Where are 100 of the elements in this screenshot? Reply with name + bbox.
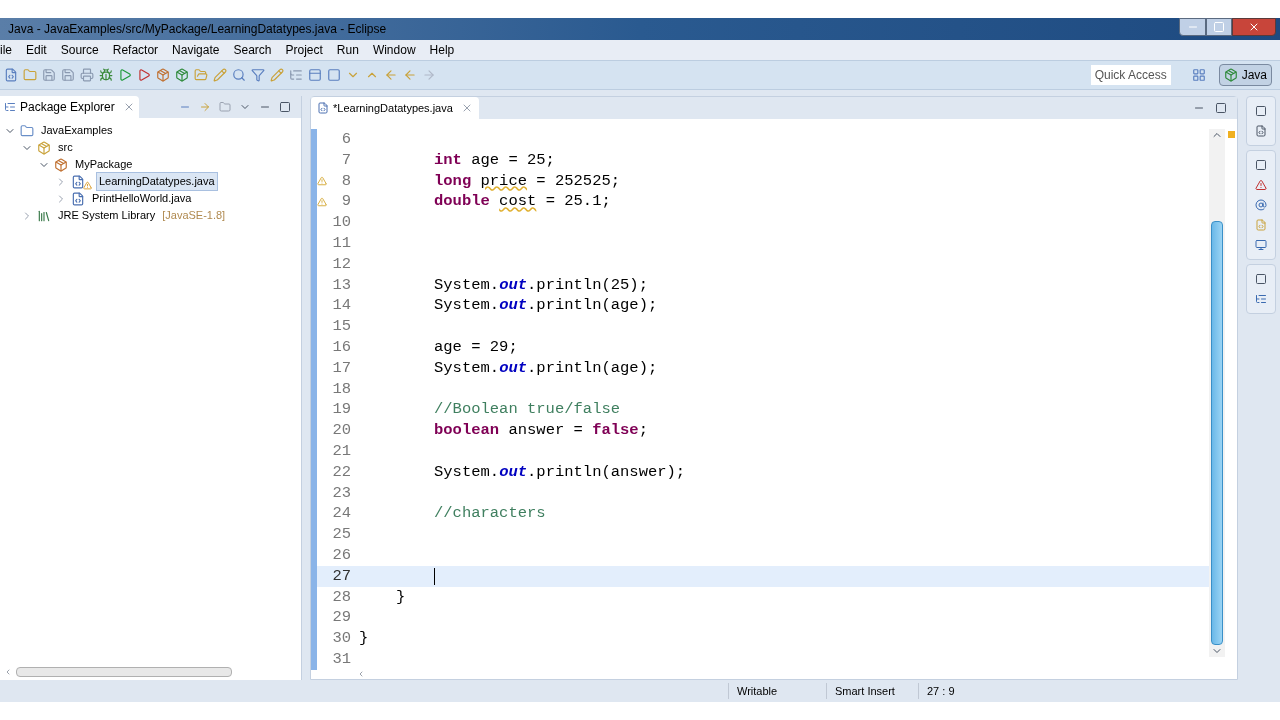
minimize-button[interactable] bbox=[1179, 18, 1206, 36]
menu-item[interactable]: Navigate bbox=[165, 41, 227, 59]
package-explorer-icon bbox=[4, 101, 16, 113]
forward-icon[interactable] bbox=[422, 68, 436, 82]
tree-item[interactable]: LearningDatatypes.java bbox=[96, 172, 218, 191]
view-tab[interactable]: Package Explorer bbox=[0, 96, 139, 118]
overview-marker bbox=[1227, 131, 1235, 138]
code-text: out bbox=[499, 274, 528, 296]
printer-icon[interactable] bbox=[80, 68, 94, 82]
monitor-icon[interactable] bbox=[1255, 239, 1267, 251]
folder-open-icon[interactable] bbox=[194, 68, 208, 82]
maximize-icon[interactable] bbox=[1215, 102, 1227, 114]
outline-icon[interactable] bbox=[1255, 293, 1267, 305]
window-title: Java - JavaExamples/src/MyPackage/LearningDatatypes.java - Eclipse bbox=[7, 21, 387, 38]
maximize-icon[interactable] bbox=[279, 101, 291, 113]
code-text: } bbox=[359, 628, 369, 649]
tree-item[interactable]: JRE System Library bbox=[55, 206, 159, 225]
editor-tab[interactable]: *LearningDatatypes.java bbox=[311, 97, 479, 119]
code-text: age = 29; bbox=[434, 336, 518, 358]
menu-item[interactable]: Run bbox=[329, 41, 366, 59]
code-text: .println(25); bbox=[527, 274, 648, 296]
restore-icon bbox=[1213, 21, 1225, 33]
code-text: age = 25; bbox=[471, 149, 555, 171]
status-field: 27 : 9 bbox=[918, 682, 998, 700]
search-icon[interactable] bbox=[232, 68, 246, 82]
link-icon[interactable] bbox=[199, 101, 211, 113]
code-text: } bbox=[396, 586, 406, 608]
code-text: System. bbox=[434, 357, 500, 379]
code-text: ; bbox=[638, 420, 648, 441]
document-icon[interactable] bbox=[1255, 125, 1267, 137]
tree-item[interactable]: JavaExamples bbox=[38, 121, 116, 140]
close-icon bbox=[1248, 21, 1260, 33]
code-text: price bbox=[480, 170, 528, 192]
list-icon[interactable] bbox=[289, 68, 303, 82]
menu-item[interactable]: Edit bbox=[19, 41, 54, 59]
tree-item[interactable]: src bbox=[55, 138, 76, 157]
code-text: double bbox=[434, 191, 490, 213]
code-text: System. bbox=[434, 295, 500, 317]
warning-icon[interactable] bbox=[1255, 179, 1267, 191]
tree-item-decoration: [JavaSE-1.8] bbox=[162, 208, 226, 224]
menu-item[interactable]: Project bbox=[278, 41, 330, 59]
code-text: long bbox=[434, 170, 472, 192]
scroll-left-icon[interactable] bbox=[4, 668, 12, 676]
code-text: out bbox=[499, 357, 528, 379]
status-field: Writable bbox=[728, 682, 826, 700]
package-icon[interactable] bbox=[175, 68, 189, 82]
code-comment: //Boolean true/false bbox=[434, 399, 621, 421]
file-icon bbox=[71, 191, 85, 206]
status-field: Smart Insert bbox=[826, 682, 918, 700]
code-text: out bbox=[499, 295, 528, 317]
menu-item[interactable]: ile bbox=[0, 41, 19, 59]
at-sign-icon[interactable] bbox=[1255, 199, 1267, 211]
new-file-icon[interactable] bbox=[4, 68, 18, 82]
restore-icon[interactable] bbox=[1255, 105, 1267, 117]
package-icon[interactable] bbox=[156, 68, 170, 82]
code-text: boolean bbox=[434, 420, 500, 441]
code-text: answer = bbox=[508, 420, 583, 441]
file-icon bbox=[71, 174, 85, 189]
code-text: cost bbox=[499, 191, 537, 213]
menu-item[interactable]: Window bbox=[365, 41, 423, 59]
code-comment: //characters bbox=[434, 503, 546, 525]
code-text: = 252525; bbox=[536, 170, 621, 192]
restore-button[interactable] bbox=[1206, 18, 1232, 36]
save-icon[interactable] bbox=[61, 68, 75, 82]
tree-item[interactable]: MyPackage bbox=[72, 155, 136, 174]
run-icon[interactable] bbox=[137, 68, 151, 82]
pencil-icon[interactable] bbox=[213, 68, 227, 82]
back-icon[interactable] bbox=[384, 68, 398, 82]
package-icon bbox=[1223, 68, 1238, 82]
menu-item[interactable]: Source bbox=[53, 41, 106, 59]
text-cursor bbox=[434, 567, 435, 585]
code-text: System. bbox=[434, 461, 500, 483]
restore-icon[interactable] bbox=[1255, 273, 1267, 285]
square-icon[interactable] bbox=[327, 68, 341, 82]
run-icon[interactable] bbox=[118, 68, 132, 82]
document-icon[interactable] bbox=[1255, 219, 1267, 231]
back-icon[interactable] bbox=[403, 68, 417, 82]
code-text: .println(answer); bbox=[527, 461, 686, 483]
menu-item[interactable]: Refactor bbox=[105, 41, 166, 59]
open-perspective-icon[interactable] bbox=[1191, 68, 1206, 82]
bug-icon[interactable] bbox=[99, 68, 113, 82]
scrollbar-thumb[interactable] bbox=[16, 667, 232, 677]
pencil-icon[interactable] bbox=[270, 68, 284, 82]
close-button[interactable] bbox=[1232, 18, 1276, 36]
code-text: .println(age); bbox=[527, 357, 658, 379]
save-icon[interactable] bbox=[42, 68, 56, 82]
vertical-scrollbar[interactable] bbox=[1209, 129, 1225, 657]
package-icon bbox=[54, 157, 68, 172]
scroll-left-icon[interactable] bbox=[357, 670, 365, 679]
perspective-button[interactable]: Java bbox=[1218, 64, 1272, 86]
java-file-icon bbox=[317, 102, 329, 114]
panel-icon[interactable] bbox=[308, 68, 322, 82]
quick-access-field[interactable]: Quick Access bbox=[1090, 65, 1171, 85]
restore-icon[interactable] bbox=[1255, 159, 1267, 171]
library-icon bbox=[37, 208, 51, 223]
tree-item[interactable]: PrintHelloWorld.java bbox=[89, 189, 195, 208]
menu-item[interactable]: Help bbox=[422, 41, 462, 59]
code-text: = 25.1; bbox=[545, 191, 611, 213]
editor-tab-title: *LearningDatatypes.java bbox=[333, 100, 453, 116]
menu-item[interactable]: Search bbox=[226, 41, 279, 59]
